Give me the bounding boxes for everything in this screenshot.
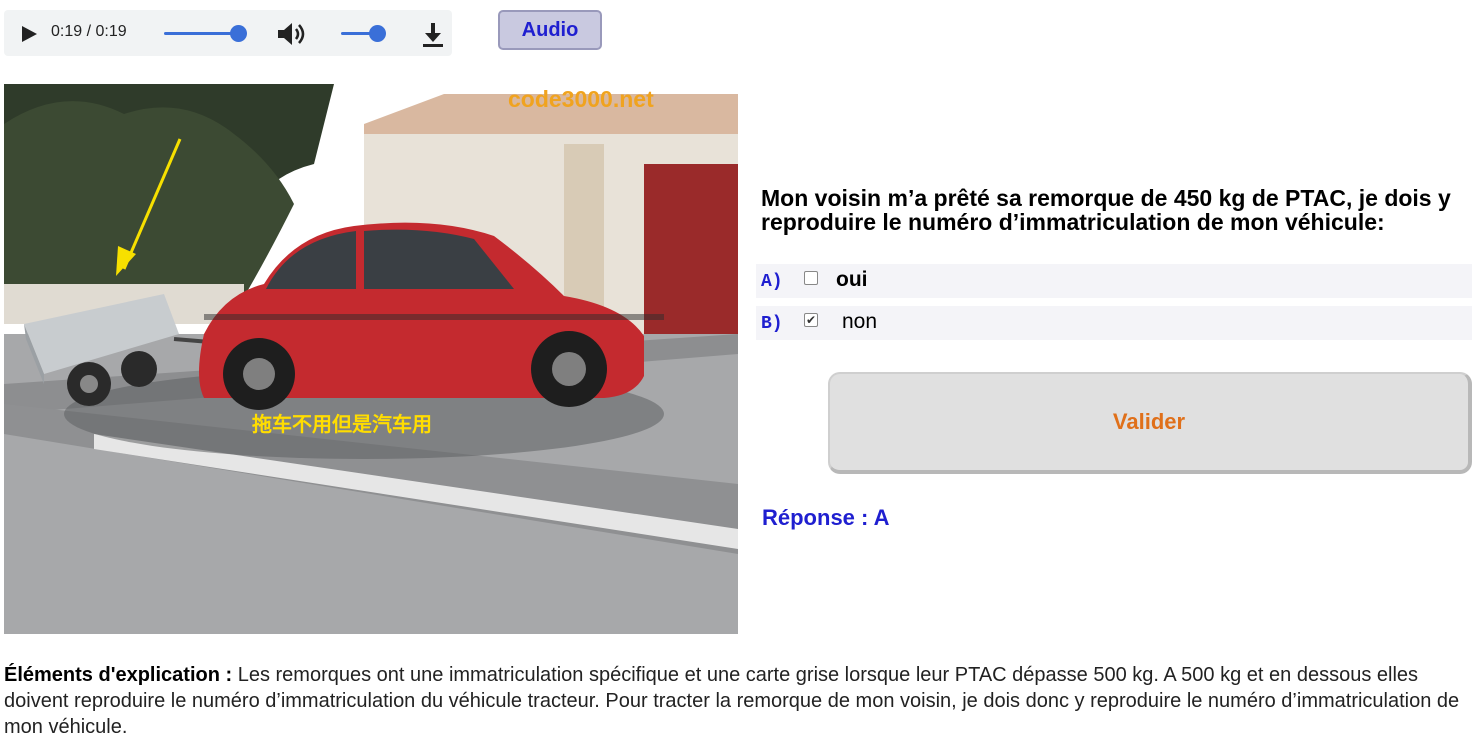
- choice-b[interactable]: B) ✔ non: [756, 306, 1472, 340]
- choice-letter: A): [761, 272, 783, 292]
- download-icon[interactable]: [418, 20, 448, 50]
- choice-letter: B): [761, 314, 783, 334]
- choice-label: oui: [836, 268, 868, 291]
- volume-knob[interactable]: [369, 25, 386, 42]
- image-caption: 拖车不用但是汽车用: [252, 414, 432, 436]
- question-text: Mon voisin m’a prêté sa remorque de 450 …: [761, 185, 1451, 235]
- volume-icon[interactable]: [276, 20, 306, 48]
- progress-track: [164, 32, 240, 35]
- choice-b-checkbox[interactable]: ✔: [804, 313, 818, 327]
- choice-a-checkbox[interactable]: [804, 271, 818, 285]
- audio-time: 0:19 / 0:19: [51, 23, 127, 40]
- explanation-heading: Éléments d'explication :: [4, 664, 238, 686]
- submit-button[interactable]: Valider: [828, 372, 1472, 474]
- choice-label: non: [842, 310, 878, 333]
- illustration-photo: [4, 84, 738, 634]
- play-icon[interactable]: [22, 26, 37, 42]
- choice-a[interactable]: A) oui: [756, 264, 1472, 298]
- audio-button[interactable]: Audio: [498, 10, 602, 50]
- watermark: code3000.net: [508, 86, 654, 112]
- explanation: Éléments d'explication : Les remorques o…: [4, 662, 1464, 740]
- progress-knob[interactable]: [230, 25, 247, 42]
- audio-player[interactable]: 0:19 / 0:19: [4, 10, 452, 56]
- answer-text: Réponse : A: [762, 505, 890, 530]
- car-trailer-illustration: [4, 84, 738, 634]
